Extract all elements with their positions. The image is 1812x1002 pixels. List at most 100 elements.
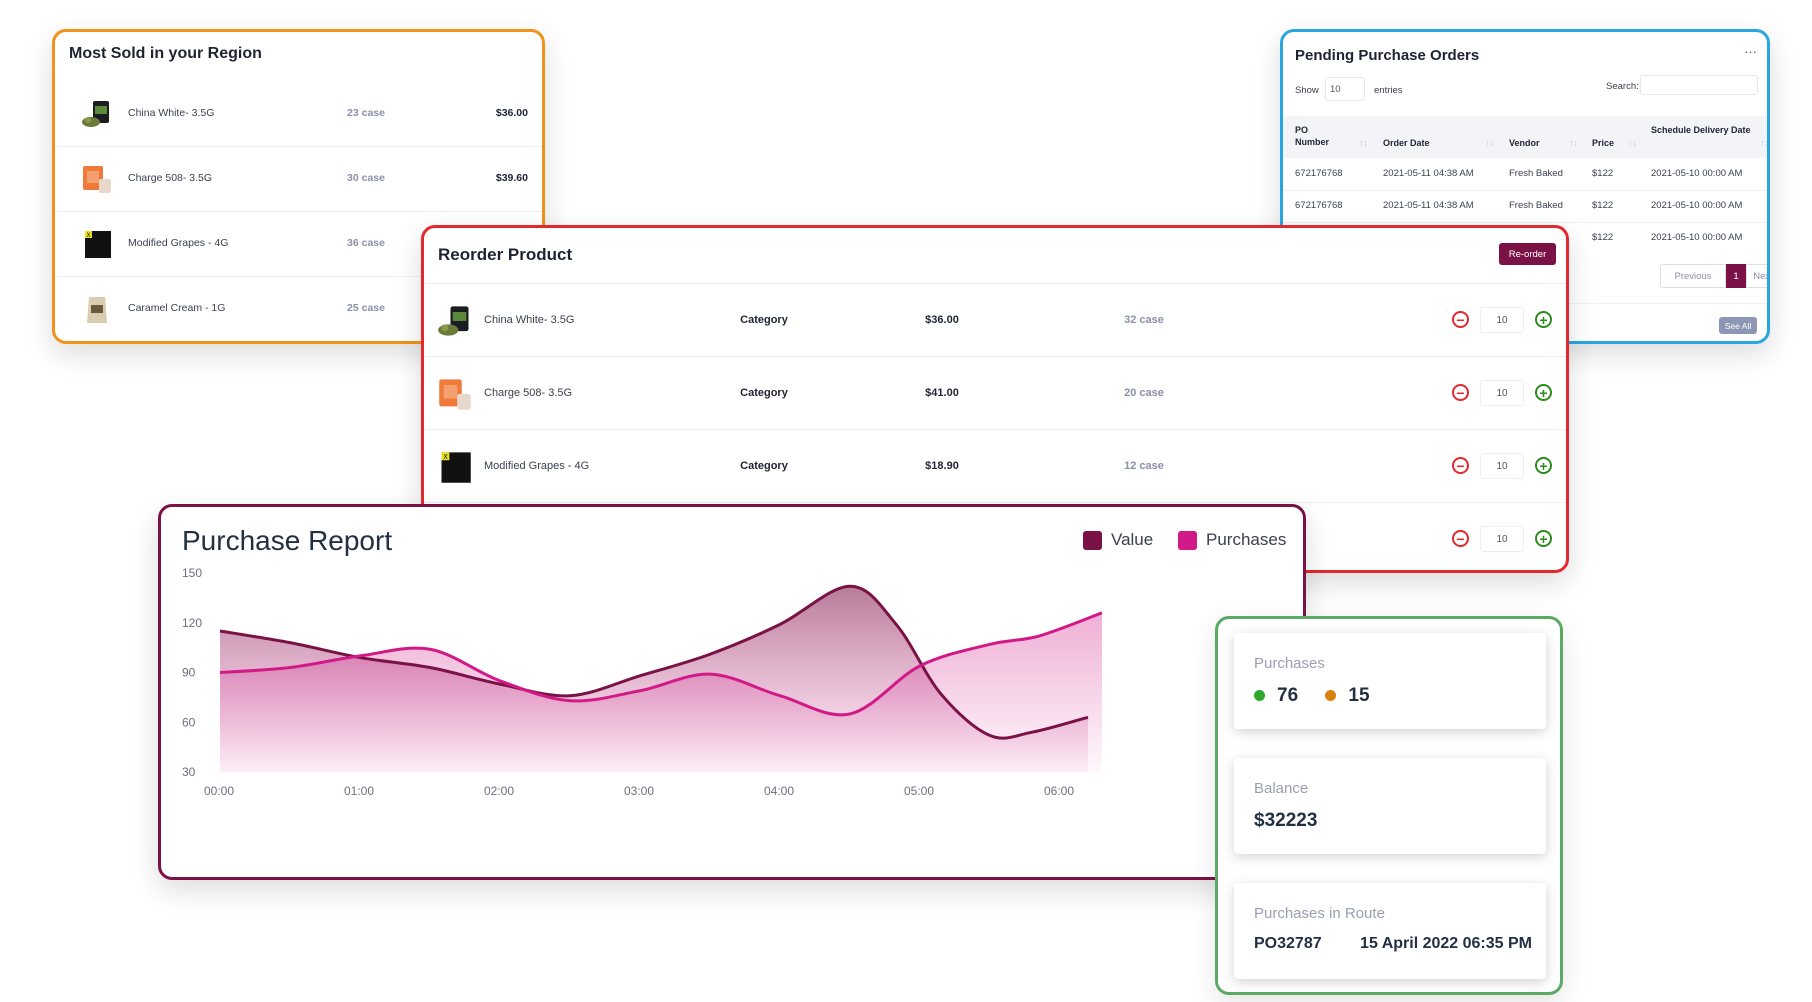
column-header-vendor[interactable]: Vendor: [1509, 137, 1540, 149]
decrease-quantity-button[interactable]: −: [1452, 384, 1469, 401]
purchases-values: 76 15: [1254, 685, 1370, 707]
purchases-stat-card: Purchases 76 15: [1234, 633, 1546, 729]
list-item[interactable]: China White- 3.5G 23 case $36.00: [55, 81, 542, 147]
x-tick-label: 01:00: [344, 784, 374, 798]
series-area-purchases: [220, 612, 1102, 772]
price: $122: [1592, 200, 1614, 211]
purchases-label: Purchases: [1254, 655, 1325, 672]
green-status-dot: [1254, 690, 1265, 702]
reorder-button[interactable]: Re-order: [1499, 243, 1556, 265]
stats-panel: Purchases 76 15 Balance $32223 Purchases…: [1215, 616, 1563, 995]
case-count: 25 case: [347, 302, 385, 314]
pending-orders-title: Pending Purchase Orders: [1295, 47, 1480, 64]
delivery-date: 2021-05-10 00:00 AM: [1651, 232, 1743, 243]
x-tick-label: 00:00: [204, 784, 234, 798]
decrease-quantity-button[interactable]: −: [1452, 311, 1469, 328]
order-date: 2021-05-11 04:38 AM: [1383, 168, 1474, 179]
order-date: 2021-05-11 04:38 AM: [1383, 200, 1474, 211]
route-po: PO32787: [1254, 935, 1322, 952]
svg-text:X: X: [443, 453, 448, 461]
orange-box-icon: [439, 379, 471, 410]
flower-jar-icon: [82, 101, 109, 127]
y-tick-label: 120: [182, 616, 202, 630]
table-row[interactable]: 672176768 2021-05-11 04:38 AM Fresh Bake…: [1283, 158, 1767, 191]
product-price: $18.90: [925, 460, 959, 472]
pagination-previous[interactable]: Previous: [1660, 264, 1726, 288]
case-count: 23 case: [347, 107, 385, 119]
list-item[interactable]: Charge 508- 3.5G 30 case $39.60: [55, 146, 542, 212]
y-tick-label: 60: [182, 715, 196, 729]
pouch-icon: [87, 297, 107, 323]
sort-icon[interactable]: ↑↓: [1485, 138, 1494, 148]
increase-quantity-button[interactable]: +: [1535, 457, 1552, 474]
quantity-input[interactable]: 10: [1480, 526, 1524, 552]
pagination-page-1[interactable]: 1: [1726, 264, 1746, 288]
delivery-date: 2021-05-10 00:00 AM: [1651, 200, 1743, 211]
purchases-orange-value: 15: [1348, 685, 1370, 706]
route-stat-card: Purchases in Route PO32787 15 April 2022…: [1234, 883, 1546, 979]
table-row: China White- 3.5G Category $36.00 32 cas…: [424, 283, 1566, 357]
x-tick-label: 04:00: [764, 784, 794, 798]
x-tick-label: 03:00: [624, 784, 654, 798]
entries-select[interactable]: 10: [1325, 77, 1365, 101]
price: $122: [1592, 232, 1614, 243]
sort-icon[interactable]: ↑↓: [1760, 138, 1767, 148]
product-name: Modified Grapes - 4G: [128, 237, 229, 249]
delivery-date: 2021-05-10 00:00 AM: [1651, 168, 1743, 179]
quantity-input[interactable]: 10: [1480, 307, 1524, 333]
column-header-po[interactable]: PO Number: [1295, 124, 1339, 148]
product-price: $36.00: [495, 107, 528, 119]
decrease-quantity-button[interactable]: −: [1452, 457, 1469, 474]
column-header-delivery[interactable]: Schedule Delivery Date: [1651, 124, 1761, 136]
product-price: $41.00: [925, 387, 959, 399]
quantity-input[interactable]: 10: [1480, 453, 1524, 479]
decrease-quantity-button[interactable]: −: [1452, 530, 1469, 547]
case-count: 36 case: [347, 237, 385, 249]
sort-icon[interactable]: ↑↓: [1359, 138, 1368, 148]
category-label: Category: [740, 314, 788, 326]
increase-quantity-button[interactable]: +: [1535, 530, 1552, 547]
orange-status-dot: [1325, 690, 1337, 702]
price: $122: [1592, 168, 1614, 179]
table-row[interactable]: 672176768 2021-05-11 04:38 AM Fresh Bake…: [1283, 190, 1767, 223]
x-tick-label: 06:00: [1044, 784, 1074, 798]
product-name: China White- 3.5G: [484, 314, 575, 326]
x-tick-label: 05:00: [904, 784, 934, 798]
column-header-price[interactable]: Price: [1592, 137, 1614, 149]
route-label: Purchases in Route: [1254, 905, 1385, 922]
product-name: Caramel Cream - 1G: [128, 302, 226, 314]
ellipsis-icon[interactable]: ···: [1744, 44, 1757, 59]
see-all-button[interactable]: See All: [1719, 317, 1757, 334]
most-sold-title: Most Sold in your Region: [69, 45, 262, 62]
search-label: Search:: [1606, 81, 1639, 92]
black-box-icon: X: [441, 452, 471, 483]
table-row: X Modified Grapes - 4G Category $18.90 1…: [424, 429, 1566, 503]
balance-stat-card: Balance $32223: [1234, 758, 1546, 854]
increase-quantity-button[interactable]: +: [1535, 311, 1552, 328]
sort-icon[interactable]: ↑↓: [1628, 138, 1637, 148]
product-name: Modified Grapes - 4G: [484, 460, 590, 472]
product-price: $39.60: [495, 172, 528, 184]
column-header-date[interactable]: Order Date: [1383, 137, 1430, 149]
search-input[interactable]: [1640, 75, 1758, 95]
vendor: Fresh Baked: [1509, 168, 1563, 179]
y-tick-label: 30: [182, 765, 196, 779]
case-count: 32 case: [1124, 314, 1164, 326]
quantity-input[interactable]: 10: [1480, 380, 1524, 406]
black-box-icon: X: [85, 231, 111, 258]
case-count: 30 case: [347, 172, 385, 184]
sort-icon[interactable]: ↑↓: [1569, 138, 1578, 148]
case-count: 20 case: [1124, 387, 1164, 399]
purchase-report-chart: 150 120 90 60 30 00:00 01:00 02:00 03:00 04:00 05…: [182, 566, 1103, 798]
product-price: $36.00: [925, 314, 959, 326]
increase-quantity-button[interactable]: +: [1535, 384, 1552, 401]
reorder-title: Reorder Product: [438, 245, 573, 264]
x-tick-label: 02:00: [484, 784, 514, 798]
po-number: 672176768: [1295, 200, 1343, 211]
pagination-next[interactable]: Next: [1746, 264, 1767, 288]
balance-value: $32223: [1254, 810, 1318, 831]
entries-label: entries: [1374, 85, 1403, 96]
product-name: Charge 508- 3.5G: [128, 172, 213, 184]
product-name: China White- 3.5G: [128, 107, 215, 119]
case-count: 12 case: [1124, 460, 1164, 472]
